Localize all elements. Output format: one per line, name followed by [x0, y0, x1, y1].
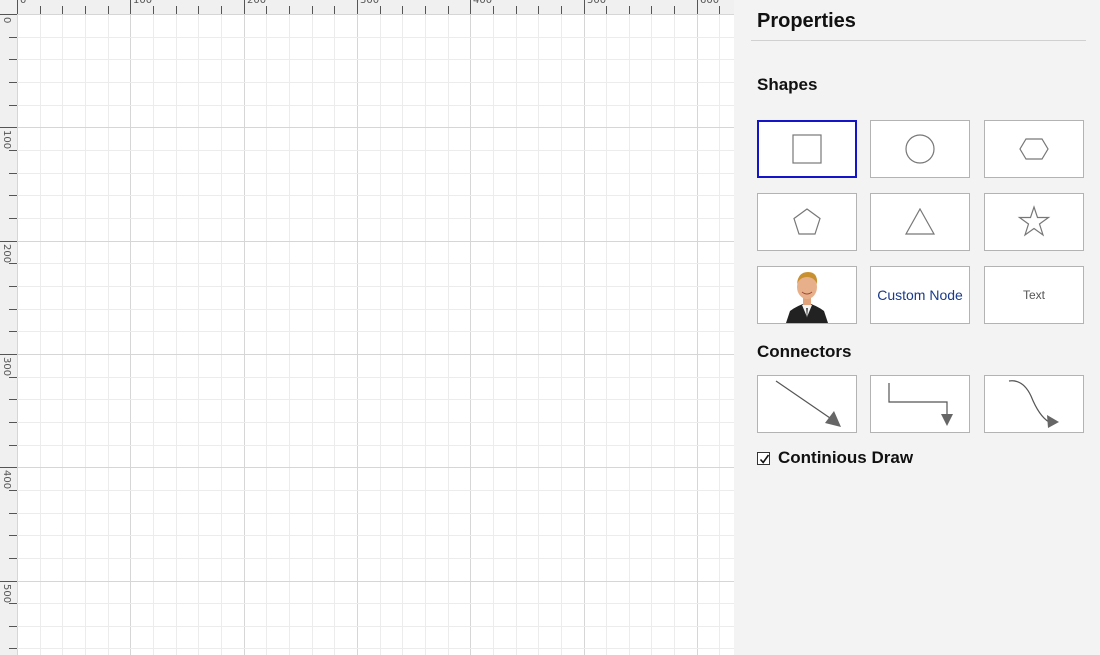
continuous-draw-checkbox[interactable] [757, 451, 770, 465]
ruler-label: 0 [20, 0, 26, 6]
diagram-canvas[interactable] [17, 14, 734, 655]
rectangle-shape-tile[interactable] [757, 120, 857, 178]
ruler-label: 0 [1, 17, 12, 23]
person-photo-icon [758, 267, 856, 323]
ruler-corner [0, 0, 17, 14]
rectangle-icon [792, 134, 822, 164]
ellipse-icon [905, 134, 935, 164]
text-shape-tile[interactable]: Text [984, 266, 1084, 324]
hexagon-icon [1019, 138, 1049, 160]
vertical-ruler: 0 100 200 300 400 500 [0, 14, 17, 655]
horizontal-ruler: 0 100 200 300 400 500 600 [17, 0, 734, 14]
straight-connector-tile[interactable] [757, 375, 857, 433]
properties-panel: Properties Shapes Custom Node Text Conne… [734, 0, 1100, 655]
ruler-label: 600 [700, 0, 719, 6]
triangle-icon [904, 207, 936, 235]
orthogonal-connector-tile[interactable] [870, 375, 970, 433]
continuous-draw-label: Continious Draw [778, 448, 914, 467]
image-node-shape-tile[interactable] [757, 266, 857, 324]
bezier-arrow-icon [1008, 380, 1059, 428]
ellipse-shape-tile[interactable] [870, 120, 970, 178]
ruler-label: 500 [1, 584, 12, 603]
panel-title: Properties [757, 10, 856, 32]
ruler-label: 100 [1, 130, 12, 149]
orthogonal-arrow-icon [888, 383, 953, 426]
star-shape-tile[interactable] [984, 193, 1084, 251]
ruler-label: 100 [133, 0, 152, 6]
star-icon [1017, 205, 1051, 237]
continuous-draw-option[interactable]: Continious Draw [757, 448, 913, 468]
ruler-label: 400 [473, 0, 492, 6]
bezier-connector-tile[interactable] [984, 375, 1084, 433]
connectors-section-label: Connectors [757, 342, 852, 361]
custom-node-label: Custom Node [877, 287, 963, 303]
text-shape-label: Text [1022, 288, 1045, 302]
ruler-label: 300 [1, 357, 12, 376]
ruler-label: 400 [1, 470, 12, 489]
ruler-label: 200 [247, 0, 266, 6]
diagram-canvas-area[interactable]: 0 100 200 300 400 500 600 0 100 200 300 400 500 [0, 0, 734, 655]
triangle-shape-tile[interactable] [870, 193, 970, 251]
straight-arrow-icon [775, 380, 841, 427]
custom-node-shape-tile[interactable]: Custom Node [870, 266, 970, 324]
ruler-label: 500 [587, 0, 606, 6]
hexagon-shape-tile[interactable] [984, 120, 1084, 178]
ruler-label: 300 [360, 0, 379, 6]
panel-divider [751, 40, 1086, 41]
ruler-label: 200 [1, 244, 12, 263]
checkmark-icon [759, 454, 770, 464]
pentagon-shape-tile[interactable] [757, 193, 857, 251]
pentagon-icon [793, 208, 821, 235]
shapes-section-label: Shapes [757, 75, 818, 94]
